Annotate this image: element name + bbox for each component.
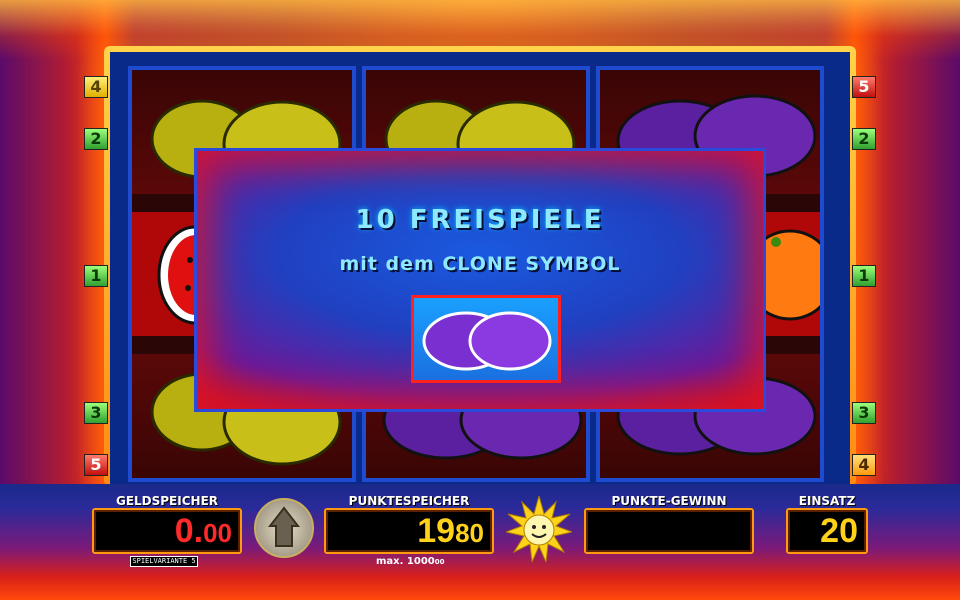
popup-subtitle: mit dem CLONE SYMBOL [339, 253, 621, 275]
payline-badge-right-3: 1 [852, 265, 876, 287]
punkte-gewinn-display [584, 508, 754, 554]
geldspeicher-value: 0.00 [174, 512, 232, 550]
einsatz-value: 20 [820, 512, 858, 550]
punktespeicher-label: PUNKTESPEICHER [348, 494, 470, 508]
collect-button[interactable] [254, 498, 314, 558]
max-label: max. 100000 [376, 556, 445, 567]
payline-badge-right-2: 2 [852, 128, 876, 150]
payline-badge-right-1: 5 [852, 76, 876, 98]
arrow-up-icon [267, 506, 301, 547]
game-screen: 4 2 1 3 5 5 2 1 3 4 10 FREISPIELE mit de… [0, 0, 960, 600]
spielvariante-label: SPIELVARIANTE 5 [130, 556, 198, 567]
punkte-gewinn-label: PUNKTE-GEWINN [611, 494, 727, 508]
payline-badge-right-4: 3 [852, 402, 876, 424]
punktespeicher-value: 1980 [417, 512, 484, 550]
clone-symbol-box [411, 295, 561, 383]
einsatz-label: EINSATZ [798, 494, 856, 508]
payline-badge-left-5: 5 [84, 454, 108, 476]
popup-title: 10 FREISPIELE [355, 205, 605, 235]
sun-logo-icon [506, 496, 572, 562]
geldspeicher-display: 0.00 [92, 508, 242, 554]
payline-badge-left-4: 3 [84, 402, 108, 424]
payline-badge-left-1: 4 [84, 76, 108, 98]
payline-badge-left-3: 1 [84, 265, 108, 287]
payline-badge-right-5: 4 [852, 454, 876, 476]
punktespeicher-display: 1980 [324, 508, 494, 554]
free-spins-popup: 10 FREISPIELE mit dem CLONE SYMBOL [194, 148, 766, 412]
payline-badge-left-2: 2 [84, 128, 108, 150]
einsatz-display[interactable]: 20 [786, 508, 868, 554]
plum-icon [422, 311, 552, 371]
